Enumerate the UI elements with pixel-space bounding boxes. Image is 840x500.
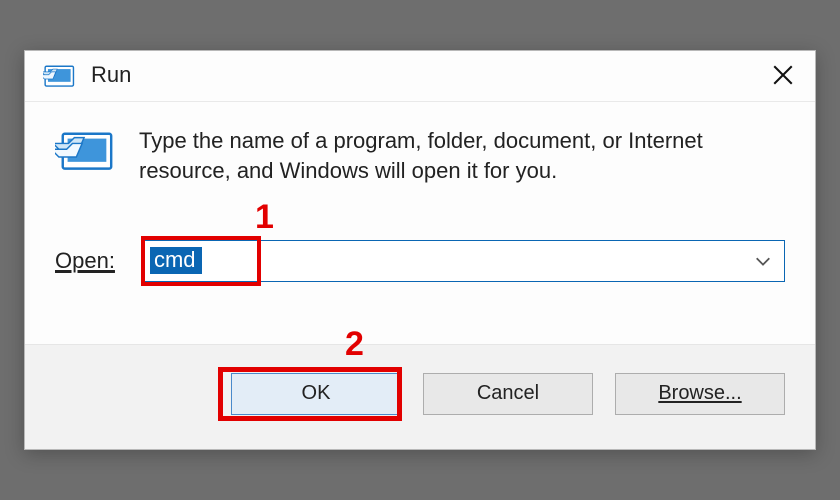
cancel-button[interactable]: Cancel [423, 373, 593, 415]
step2-annotation: 2 [345, 325, 364, 364]
close-icon [773, 65, 793, 85]
chevron-down-icon [754, 252, 772, 270]
run-dialog: Run Type the name of a program, folder, … [24, 50, 816, 449]
open-combobox[interactable]: cmd [143, 240, 785, 282]
run-program-icon [55, 126, 117, 176]
content-area: Type the name of a program, folder, docu… [25, 102, 815, 287]
description-text: Type the name of a program, folder, docu… [139, 126, 779, 185]
open-row: Open: cmd 1 [55, 240, 785, 282]
run-icon [43, 61, 77, 89]
ok-button[interactable]: OK [231, 373, 401, 415]
title-left: Run [43, 61, 131, 89]
buttons-area: 2 OK Cancel Browse... [25, 344, 815, 449]
close-button[interactable] [765, 59, 801, 91]
window-title: Run [91, 62, 131, 88]
open-input-value: cmd [150, 247, 202, 274]
description-row: Type the name of a program, folder, docu… [55, 126, 785, 185]
open-label: Open: [55, 248, 115, 274]
step1-annotation: 1 [255, 198, 274, 237]
browse-button[interactable]: Browse... [615, 373, 785, 415]
titlebar: Run [25, 51, 815, 102]
